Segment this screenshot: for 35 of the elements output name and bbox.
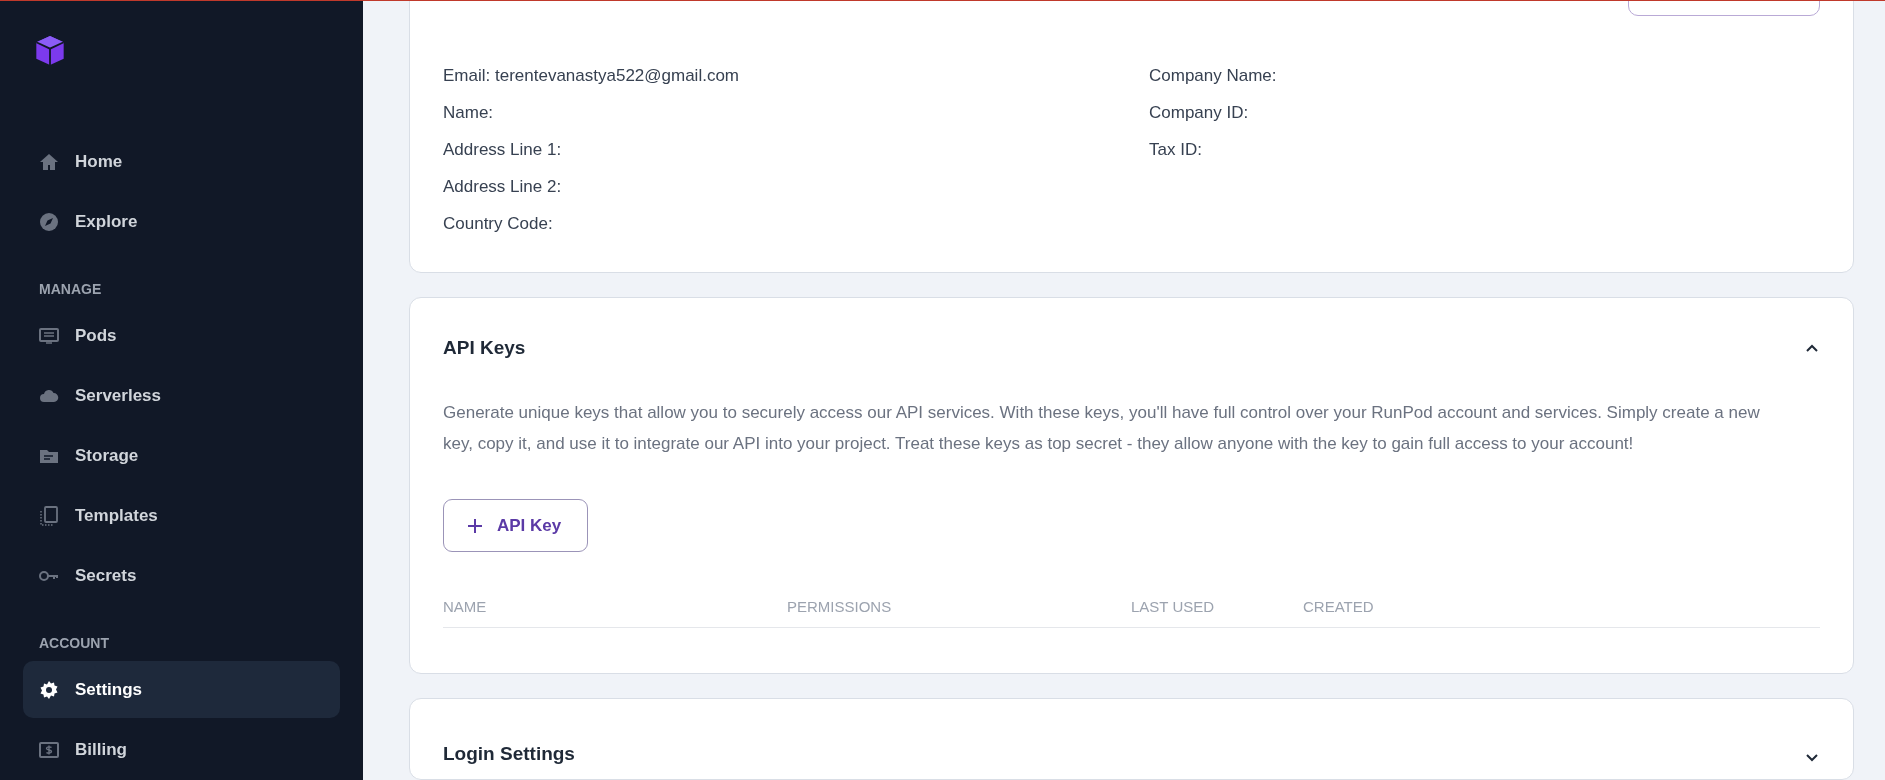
field-label: Address Line 1: xyxy=(443,139,563,160)
field-label: Name: xyxy=(443,102,495,123)
column-header: PERMISSIONS xyxy=(787,598,893,615)
column-header: NAME xyxy=(443,598,488,615)
field-label: Address Line 2: xyxy=(443,176,563,197)
settings-icon xyxy=(39,679,59,700)
plus-icon xyxy=(467,517,483,534)
field-label: Company Name: xyxy=(1149,65,1278,86)
field-label: Company ID: xyxy=(1149,102,1250,123)
sidebar-item[interactable]: Storage xyxy=(23,427,340,484)
add-api-key-button[interactable]: API Key xyxy=(443,499,589,552)
section-heading: ACCOUNT xyxy=(38,634,110,653)
description-text: Generate unique keys that allow you to securely access our API services. With these keys, you'll have full control over your RunPod account and services. Simply create a new key, copy it, and use it to integrate our API into your project. Treat these keys as top secret - they allow anyone with the key to gain full access to your account! xyxy=(443,402,1761,455)
sidebar-item[interactable]: Templates xyxy=(23,487,340,544)
sidebar-item[interactable]: Settings xyxy=(23,661,340,718)
monitor-icon xyxy=(39,325,59,346)
sidebar-item[interactable]: Billing xyxy=(23,721,340,778)
home-icon xyxy=(39,151,59,172)
field-label: Country Code: xyxy=(443,213,554,234)
column-header: LAST USED xyxy=(1131,598,1216,615)
sidebar-item[interactable]: Home xyxy=(23,133,340,190)
compass-icon xyxy=(39,211,59,232)
section-title: Login Settings xyxy=(443,743,575,765)
section-title: API Keys xyxy=(443,337,526,359)
field-label: Tax ID: xyxy=(1149,139,1203,160)
dollar-bill-icon xyxy=(39,739,59,760)
section-heading: MANAGE xyxy=(38,280,103,299)
sidebar-item[interactable]: Secrets xyxy=(23,547,340,604)
sidebar-item[interactable]: Explore xyxy=(23,193,340,250)
sidebar-item[interactable]: Pods xyxy=(23,307,340,364)
document-icon xyxy=(39,505,59,526)
column-header: CREATED xyxy=(1303,598,1375,615)
field-label: Email: terentevanastya522@gmail.com xyxy=(443,65,740,86)
sidebar-item[interactable]: Serverless xyxy=(23,367,340,424)
cube-logo-icon[interactable] xyxy=(34,35,66,66)
